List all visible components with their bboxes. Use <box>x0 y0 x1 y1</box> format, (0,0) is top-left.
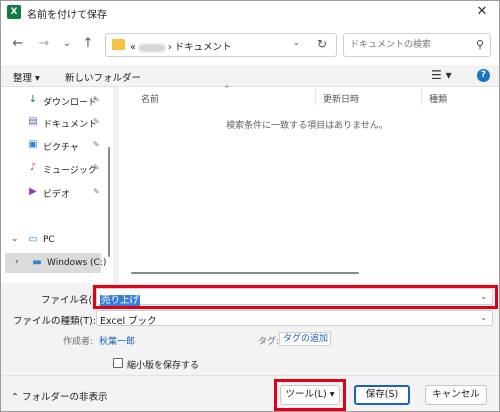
navigation-pane: ↓ ダウンロード ✎ ▤ ドキュメント ✎ ▣ ピクチャ ✎ ♪ ミュージック … <box>1 87 113 283</box>
folder-icon <box>112 39 125 50</box>
back-arrow-icon[interactable]: ← <box>9 35 27 53</box>
sidebar-item-label: ビデオ <box>43 190 71 200</box>
sidebar-item-videos[interactable]: ▶ ビデオ ✎ <box>1 182 109 202</box>
address-path: « › ドキュメント <box>130 39 232 53</box>
cancel-button[interactable]: キャンセル <box>425 385 487 405</box>
navigation-pane-scrollbar[interactable] <box>108 147 110 257</box>
sidebar-item-label: ドキュメント <box>43 120 98 130</box>
tools-button-label: ツール(L) <box>285 389 327 400</box>
up-arrow-icon[interactable]: ↑ <box>79 35 97 53</box>
music-icon: ♪ <box>29 162 37 173</box>
chevron-up-icon: ⌃ <box>11 392 19 403</box>
title-bar: X 名前を付けて保存 ✕ <box>1 1 499 23</box>
save-button[interactable]: 保存(S) <box>354 385 410 405</box>
organize-button[interactable]: 整理 ▾ <box>13 70 40 84</box>
save-thumbnail-checkbox[interactable] <box>113 358 123 368</box>
hide-folders-toggle[interactable]: ⌃ フォルダーの非表示 <box>11 389 108 403</box>
sidebar-item-label: ダウンロード <box>43 98 98 108</box>
excel-app-icon: X <box>7 5 21 19</box>
sidebar-item-windows-drive[interactable]: › ▬ Windows (C:) <box>5 253 106 273</box>
author-label: 作成者: <box>63 337 94 347</box>
pc-icon: ▭ <box>28 234 38 245</box>
column-header-modified[interactable]: 更新日時 <box>323 92 359 105</box>
document-icon: ▤ <box>28 116 38 127</box>
tag-label: タグ: <box>258 337 280 347</box>
chevron-down-icon[interactable]: ⌄ <box>292 38 300 48</box>
view-options-icon[interactable]: ☰ ▾ <box>431 68 452 82</box>
search-box[interactable]: ⚲ <box>343 33 491 57</box>
navigation-bar: ← → ⌄ ↑ « › ドキュメント ⌄ ↻ ⚲ <box>1 23 499 65</box>
sidebar-item-pictures[interactable]: ▣ ピクチャ ✎ <box>1 135 109 155</box>
column-divider[interactable] <box>421 89 422 105</box>
refresh-icon[interactable]: ↻ <box>317 37 327 51</box>
sidebar-item-label: ミュージック <box>43 166 97 176</box>
save-options-form: ファイル名(N): 売り上げ ⌄ ファイルの種類(T): Excel ブック ⌄… <box>1 283 499 375</box>
column-header-type[interactable]: 種類 <box>429 92 447 105</box>
pin-icon: ✎ <box>93 117 100 126</box>
sidebar-item-pc[interactable]: ⌄ ▭ PC <box>1 230 109 250</box>
chevron-right-icon[interactable]: › <box>15 257 19 267</box>
help-icon[interactable]: ? <box>477 69 490 82</box>
filename-highlight-box <box>93 285 498 309</box>
filetype-value: Excel ブック <box>100 316 157 327</box>
video-icon: ▶ <box>29 186 37 197</box>
command-bar: 整理 ▾ 新しいフォルダー ☰ ▾ ? <box>1 65 499 87</box>
filetype-label: ファイルの種類(T): <box>13 316 96 327</box>
tag-input[interactable]: タグの追加 <box>279 332 331 346</box>
hide-folders-label: フォルダーの非表示 <box>22 392 108 403</box>
pin-icon: ✎ <box>93 187 100 196</box>
chevron-down-icon[interactable]: ⌄ <box>480 313 487 322</box>
filetype-select[interactable]: Excel ブック ⌄ <box>96 310 493 327</box>
save-thumbnail-label[interactable]: 縮小版を保存する <box>127 358 199 371</box>
sidebar-item-label: PC <box>43 235 55 245</box>
sidebar-item-label: ピクチャ <box>43 143 79 153</box>
close-icon[interactable]: ✕ <box>473 3 491 21</box>
address-separator: › <box>167 42 172 53</box>
column-header-name[interactable]: 名前 <box>141 92 159 105</box>
pin-icon: ✎ <box>93 163 100 172</box>
download-icon: ↓ <box>28 94 38 105</box>
search-input[interactable] <box>350 38 468 52</box>
dialog-footer: ⌃ フォルダーの非表示 ツール(L) ▾ 保存(S) キャンセル <box>1 375 499 411</box>
blurred-path-segment <box>138 43 165 52</box>
address-overflow[interactable]: « <box>130 42 136 53</box>
window-title: 名前を付けて保存 <box>27 10 107 21</box>
address-current-folder[interactable]: ドキュメント <box>175 42 232 53</box>
dropdown-arrow-icon: ▾ <box>329 389 335 400</box>
pictures-icon: ▣ <box>28 139 38 150</box>
pin-icon: ✎ <box>93 95 100 104</box>
horizontal-scrollbar[interactable] <box>131 272 359 274</box>
tools-button[interactable]: ツール(L) ▾ <box>280 385 340 405</box>
column-divider[interactable] <box>315 89 316 105</box>
chevron-down-icon[interactable]: ⌄ <box>11 234 19 244</box>
forward-arrow-icon[interactable]: → <box>35 35 53 53</box>
empty-folder-message: 検索条件に一致する項目はありません。 <box>226 121 388 131</box>
sidebar-item-label: Windows (C:) <box>47 258 107 268</box>
new-folder-button[interactable]: 新しいフォルダー <box>65 70 141 84</box>
file-list: ⌃ 名前 更新日時 種類 検索条件に一致する項目はありません。 <box>119 85 499 283</box>
save-as-dialog: X 名前を付けて保存 ✕ ← → ⌄ ↑ « › ドキュメント ⌄ ↻ ⚲ 整理 … <box>0 0 500 412</box>
recent-locations-icon[interactable]: ⌄ <box>58 35 76 53</box>
sort-caret-icon: ⌃ <box>223 85 231 95</box>
sidebar-item-documents[interactable]: ▤ ドキュメント ✎ <box>1 112 109 132</box>
author-value[interactable]: 秋葉一郎 <box>99 334 135 347</box>
sidebar-item-downloads[interactable]: ↓ ダウンロード ✎ <box>1 90 109 110</box>
address-bar[interactable]: « › ドキュメント ⌄ ↻ <box>105 33 337 57</box>
search-icon[interactable]: ⚲ <box>476 38 484 51</box>
drive-icon: ▬ <box>32 257 42 268</box>
sidebar-item-music[interactable]: ♪ ミュージック ✎ <box>1 158 109 178</box>
pin-icon: ✎ <box>93 140 100 149</box>
